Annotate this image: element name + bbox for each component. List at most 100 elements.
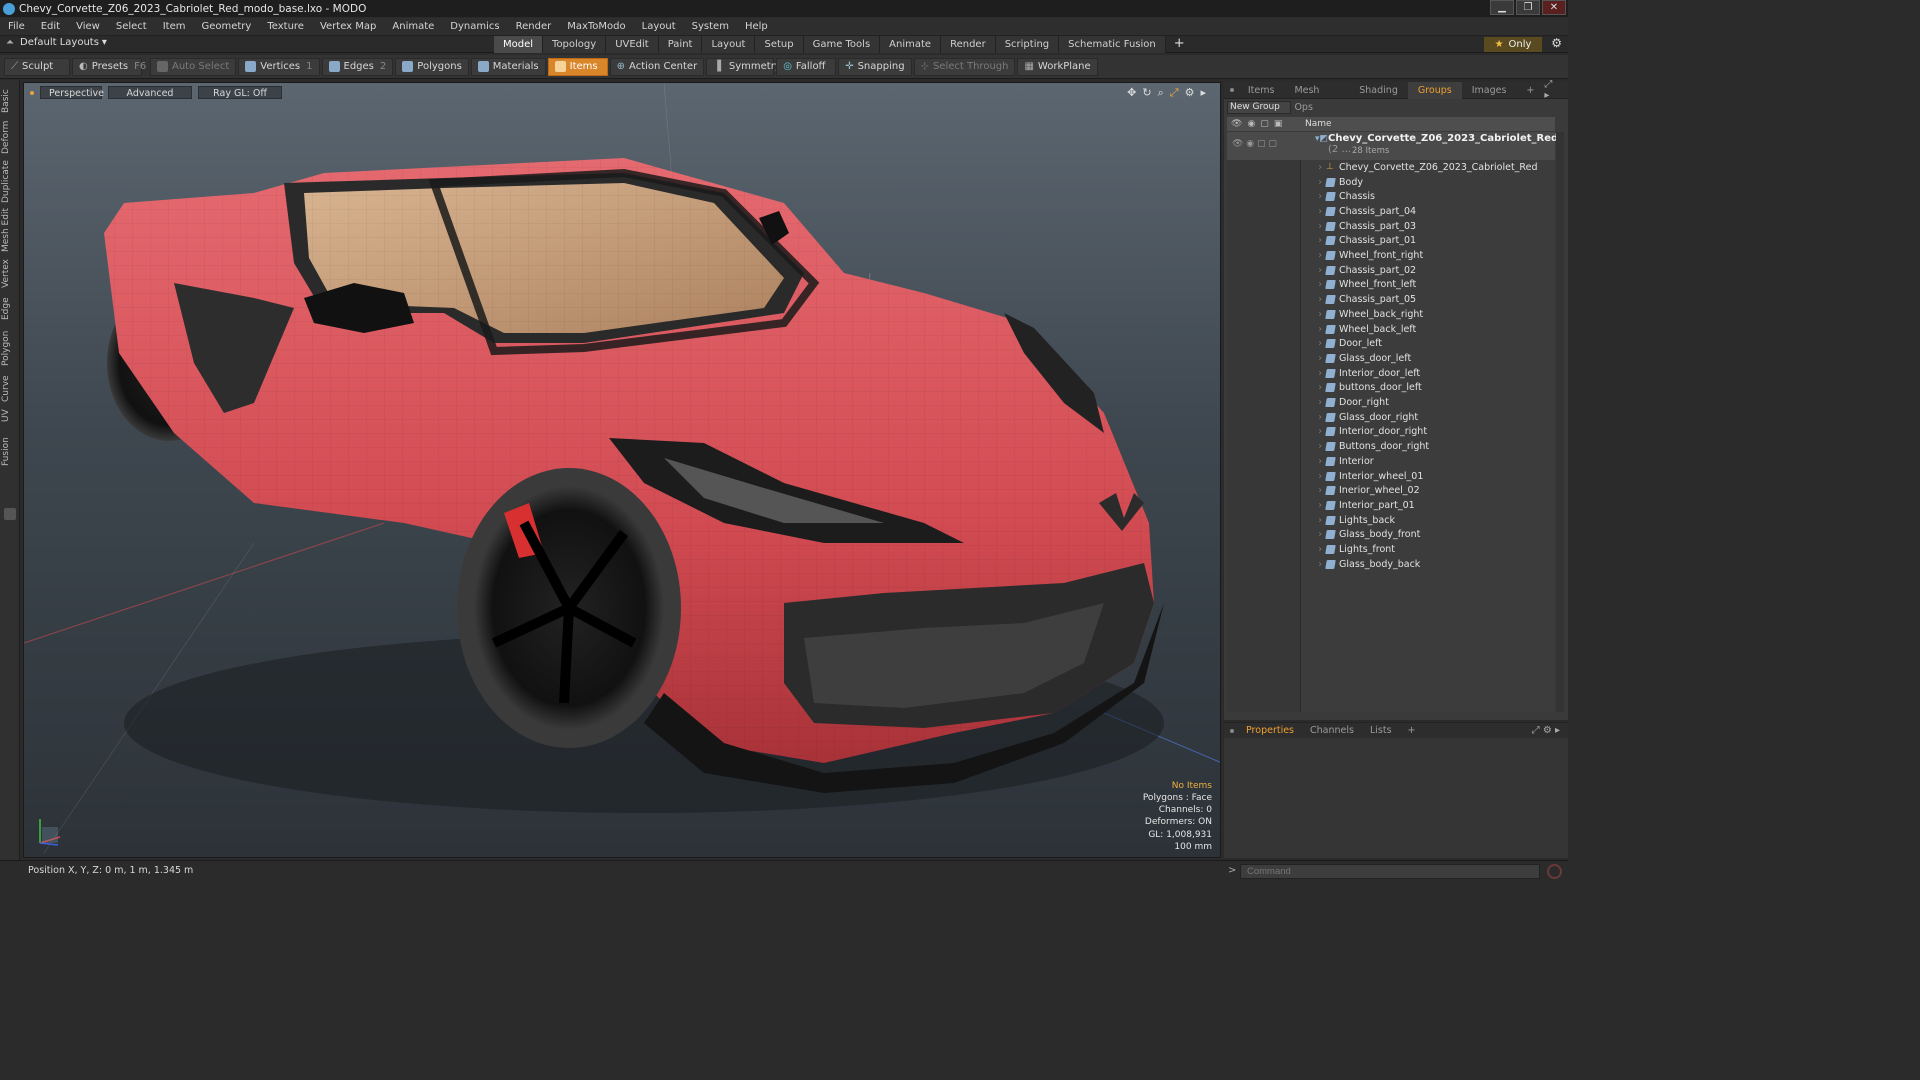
group-item-row[interactable]: › Interior bbox=[1227, 454, 1555, 469]
menu-layout[interactable]: Layout bbox=[634, 21, 684, 32]
layout-selector[interactable]: ⏶ Default Layouts ▾ bbox=[6, 37, 107, 48]
group-item-row[interactable]: › Chassis bbox=[1227, 189, 1555, 204]
action-center-button[interactable]: ⊕ Action Center bbox=[609, 57, 705, 76]
move-view-icon[interactable]: ✥ bbox=[1127, 86, 1136, 100]
group-item-row[interactable]: › Glass_door_left bbox=[1227, 351, 1555, 366]
group-root-row[interactable]: 👁 ◉ ▢ ▢ ▾◩ Chevy_Corvette_Z06_2023_Cabri… bbox=[1227, 132, 1558, 160]
new-group-button[interactable]: New Group bbox=[1227, 101, 1291, 114]
menu-texture[interactable]: Texture bbox=[259, 21, 312, 32]
maximize-button[interactable]: ❐ bbox=[1516, 0, 1540, 15]
tab-game-tools[interactable]: Game Tools bbox=[803, 36, 881, 53]
tab-groups[interactable]: Groups bbox=[1407, 81, 1462, 99]
menu-maxtomodo[interactable]: MaxToModo bbox=[559, 21, 633, 32]
group-item-row[interactable]: › Chassis_part_03 bbox=[1227, 219, 1555, 234]
add-lower-tab-icon[interactable]: + bbox=[1400, 725, 1424, 736]
tab-setup[interactable]: Setup bbox=[755, 36, 804, 53]
menu-file[interactable]: File bbox=[0, 21, 33, 32]
group-item-row[interactable]: › Chassis_part_02 bbox=[1227, 263, 1555, 278]
group-item-row[interactable]: › Buttons_door_right bbox=[1227, 439, 1555, 454]
group-item-row[interactable]: › Wheel_back_left bbox=[1227, 322, 1555, 337]
tab-scripting[interactable]: Scripting bbox=[995, 36, 1060, 53]
menu-geometry[interactable]: Geometry bbox=[193, 21, 259, 32]
group-item-row[interactable]: › Chassis_part_01 bbox=[1227, 234, 1555, 249]
group-item-row[interactable]: › Interior_wheel_01 bbox=[1227, 469, 1555, 484]
menu-help[interactable]: Help bbox=[737, 21, 776, 32]
left-tab-uv[interactable]: UV bbox=[1, 408, 19, 424]
tab-render[interactable]: Render bbox=[941, 36, 996, 53]
only-button[interactable]: ★ Only bbox=[1484, 37, 1542, 52]
group-item-row[interactable]: › Chassis_part_04 bbox=[1227, 204, 1555, 219]
menu-view[interactable]: View bbox=[68, 21, 108, 32]
group-item-row[interactable]: › Wheel_back_right bbox=[1227, 307, 1555, 322]
panel-menu-dot[interactable] bbox=[1230, 88, 1234, 92]
command-input[interactable] bbox=[1240, 864, 1540, 879]
group-item-row[interactable]: › Interior_door_left bbox=[1227, 366, 1555, 381]
stop-icon[interactable] bbox=[1547, 864, 1562, 879]
menu-item[interactable]: Item bbox=[155, 21, 194, 32]
add-panel-tab-icon[interactable]: + bbox=[1516, 82, 1544, 99]
left-tab-fusion[interactable]: Fusion bbox=[1, 434, 19, 470]
materials-button[interactable]: Materials bbox=[470, 57, 546, 76]
vertices-button[interactable]: Vertices 1 bbox=[238, 57, 320, 76]
group-item-row[interactable]: › Interior_part_01 bbox=[1227, 498, 1555, 513]
menu-system[interactable]: System bbox=[684, 21, 737, 32]
left-tab-polygon[interactable]: Polygon bbox=[1, 328, 19, 368]
tab-lists[interactable]: Lists bbox=[1362, 725, 1400, 736]
viewport-gear-icon[interactable]: ⚙ bbox=[1185, 86, 1195, 100]
group-item-row[interactable]: › Glass_body_front bbox=[1227, 528, 1555, 543]
symmetry-button[interactable]: ▐ Symmetry bbox=[706, 57, 781, 76]
group-item-row[interactable]: › Door_right bbox=[1227, 395, 1555, 410]
gear-icon[interactable]: ⚙ bbox=[1551, 36, 1562, 50]
edges-button[interactable]: Edges 2 bbox=[321, 57, 394, 76]
view-mode-button[interactable]: Perspective bbox=[40, 86, 104, 99]
group-item-row[interactable]: › Glass_door_right bbox=[1227, 410, 1555, 425]
tab-shading[interactable]: Shading bbox=[1349, 82, 1408, 99]
tab-images[interactable]: Images bbox=[1462, 82, 1517, 99]
group-item-row[interactable]: › Wheel_front_left bbox=[1227, 278, 1555, 293]
raygl-button[interactable]: Ray GL: Off bbox=[198, 86, 282, 99]
menu-select[interactable]: Select bbox=[108, 21, 155, 32]
tab-topology[interactable]: Topology bbox=[543, 36, 607, 53]
group-item-row[interactable]: › Lights_front bbox=[1227, 542, 1555, 557]
tab-uvedit[interactable]: UVEdit bbox=[606, 36, 659, 53]
group-item-row[interactable]: › Lights_back bbox=[1227, 513, 1555, 528]
items-button[interactable]: Items bbox=[547, 57, 608, 76]
select-through-button[interactable]: ⊹ Select Through bbox=[913, 57, 1016, 76]
minimize-button[interactable]: ▁ bbox=[1490, 0, 1514, 15]
viewport-menu-dot[interactable] bbox=[30, 91, 34, 95]
group-item-row[interactable]: › Body bbox=[1227, 175, 1555, 190]
polygons-button[interactable]: Polygons bbox=[395, 57, 469, 76]
maximize-view-icon[interactable]: ⤢ bbox=[1170, 86, 1179, 100]
presets-button[interactable]: ◐ Presets F6 bbox=[72, 57, 146, 76]
group-item-row[interactable]: › ⊥ Chevy_Corvette_Z06_2023_Cabriolet_Red bbox=[1227, 160, 1555, 175]
group-item-row[interactable]: › buttons_door_left bbox=[1227, 381, 1555, 396]
left-tab-mesh-edit[interactable]: Mesh Edit bbox=[1, 208, 19, 252]
lower-panel-settings-icon[interactable]: ⤢ ⚙ ▸ bbox=[1532, 725, 1560, 736]
3d-viewport[interactable]: Perspective Advanced Ray GL: Off ✥ ↻ ⌕ ⤢… bbox=[23, 82, 1221, 858]
left-tab-edge[interactable]: Edge bbox=[1, 296, 19, 322]
menu-render[interactable]: Render bbox=[508, 21, 560, 32]
tab-mesh-ops[interactable]: Mesh Ops bbox=[1284, 82, 1349, 113]
close-button[interactable]: ✕ bbox=[1542, 0, 1566, 15]
snapping-button[interactable]: ✛ Snapping bbox=[838, 57, 912, 76]
tab-model[interactable]: Model bbox=[494, 36, 544, 53]
left-tab-vertex[interactable]: Vertex bbox=[1, 258, 19, 290]
tab-layout[interactable]: Layout bbox=[702, 36, 756, 53]
tab-properties[interactable]: Properties bbox=[1238, 725, 1302, 736]
name-column-header[interactable]: Name bbox=[1305, 119, 1332, 129]
menu-dynamics[interactable]: Dynamics bbox=[442, 21, 507, 32]
root-visibility-icon[interactable]: 👁 ◉ ▢ ▢ bbox=[1232, 139, 1277, 149]
left-tab-deform[interactable]: Deform bbox=[1, 120, 19, 154]
sculpt-button[interactable]: ⟋ Sculpt bbox=[4, 57, 70, 76]
tab-paint[interactable]: Paint bbox=[658, 36, 703, 53]
workplane-button[interactable]: ▦ WorkPlane bbox=[1017, 57, 1098, 76]
left-tab-duplicate[interactable]: Duplicate bbox=[1, 160, 19, 204]
group-item-row[interactable]: › Glass_body_back bbox=[1227, 557, 1555, 572]
tab-items[interactable]: Items bbox=[1238, 82, 1285, 99]
group-item-row[interactable]: › Wheel_front_right bbox=[1227, 248, 1555, 263]
left-panel-toggle[interactable] bbox=[4, 508, 16, 520]
left-tab-curve[interactable]: Curve bbox=[1, 374, 19, 404]
menu-animate[interactable]: Animate bbox=[384, 21, 442, 32]
tab-animate[interactable]: Animate bbox=[880, 36, 942, 53]
auto-select-button[interactable]: Auto Select bbox=[150, 57, 237, 76]
